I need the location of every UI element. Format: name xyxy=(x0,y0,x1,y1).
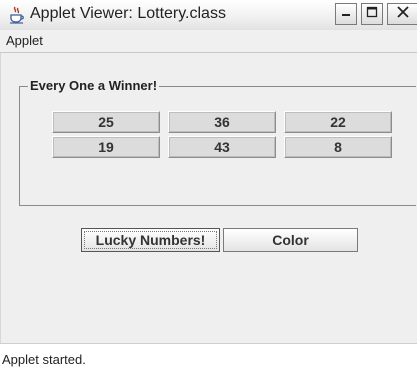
number-button-3[interactable]: 22 xyxy=(284,111,392,133)
minimize-button[interactable] xyxy=(335,3,357,25)
winner-group-box: Every One a Winner! 25 36 22 19 43 8 xyxy=(19,78,416,206)
number-button-5[interactable]: 43 xyxy=(168,136,276,158)
number-button-4[interactable]: 19 xyxy=(52,136,160,158)
window-title: Applet Viewer: Lottery.class xyxy=(30,5,226,22)
title-bar[interactable]: Applet Viewer: Lottery.class xyxy=(0,0,417,31)
number-button-2[interactable]: 36 xyxy=(168,111,276,133)
close-button[interactable] xyxy=(387,3,417,25)
close-icon xyxy=(396,5,410,24)
color-button[interactable]: Color xyxy=(223,228,358,252)
maximize-button[interactable] xyxy=(361,3,383,25)
number-button-6[interactable]: 8 xyxy=(284,136,392,158)
menu-bar: Applet xyxy=(0,30,417,53)
lucky-numbers-button[interactable]: Lucky Numbers! xyxy=(81,228,220,252)
menu-applet[interactable]: Applet xyxy=(4,33,45,48)
status-bar: Applet started. xyxy=(0,343,417,375)
group-title: Every One a Winner! xyxy=(28,78,160,93)
minimize-icon xyxy=(340,5,352,23)
status-text: Applet started. xyxy=(2,352,86,367)
applet-panel: Every One a Winner! 25 36 22 19 43 8 Luc… xyxy=(0,53,417,343)
number-button-1[interactable]: 25 xyxy=(52,111,160,133)
java-cup-icon xyxy=(8,6,26,24)
applet-viewer-window: Applet Viewer: Lottery.class Applet Ever… xyxy=(0,0,417,375)
maximize-icon xyxy=(366,5,378,23)
